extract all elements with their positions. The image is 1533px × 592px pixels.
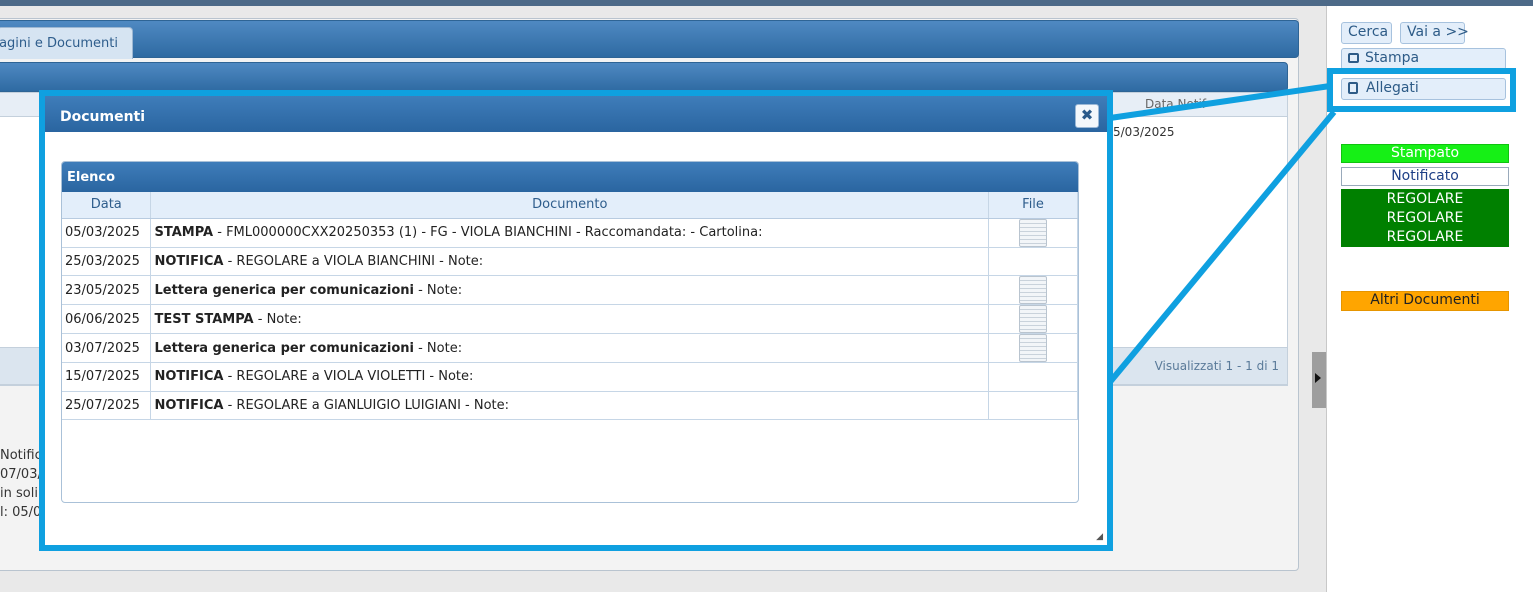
printer-icon <box>1348 53 1359 63</box>
grid-cell-date[interactable]: 5/03/2025 <box>1113 125 1175 139</box>
stampa-button[interactable]: Stampa <box>1341 48 1506 70</box>
detail-text: Notific 07/03/ in soli l: 05/0 <box>0 446 42 522</box>
detail-line: in soli <box>0 486 38 501</box>
detail-line: l: 05/0 <box>0 505 42 520</box>
detail-line: 07/03/ <box>0 467 42 482</box>
regolare-line: REGOLARE <box>1386 191 1464 207</box>
status-regolare-badge: REGOLARE REGOLARE REGOLARE <box>1341 189 1509 247</box>
highlight-box-dialog <box>39 90 1113 551</box>
highlight-box-allegati <box>1327 68 1516 112</box>
regolare-line: REGOLARE <box>1386 229 1464 245</box>
detail-line: Notific <box>0 448 42 463</box>
tab-immagini-documenti[interactable]: agini e Documenti <box>0 27 133 59</box>
stampa-label: Stampa <box>1365 50 1420 66</box>
panel-collapse-handle[interactable] <box>1312 352 1326 408</box>
tab-bar: agini e Documenti <box>0 20 1299 59</box>
grid-pager-text: Visualizzati 1 - 1 di 1 <box>1154 359 1279 373</box>
vai-a-button[interactable]: Vai a >> <box>1400 22 1469 44</box>
altri-documenti-button[interactable]: Altri Documenti <box>1341 291 1509 311</box>
status-notificato-badge: Notificato <box>1341 167 1509 186</box>
section-bar <box>0 62 1288 92</box>
status-stampato-badge: Stampato <box>1341 144 1509 163</box>
cerca-button[interactable]: Cerca <box>1341 22 1392 44</box>
grid-header-data-notifica[interactable]: Data Notif <box>1145 97 1206 111</box>
caret-right-icon <box>1315 373 1321 383</box>
regolare-line: REGOLARE <box>1386 210 1464 226</box>
